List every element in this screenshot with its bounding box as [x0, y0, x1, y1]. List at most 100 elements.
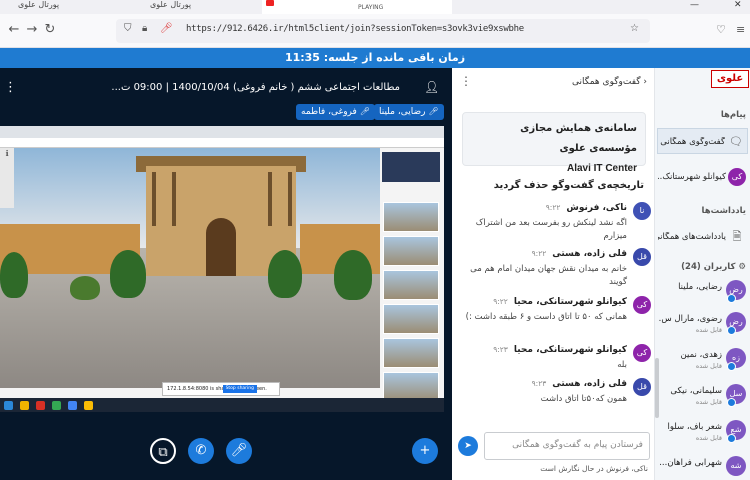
- tour-thumbnail[interactable]: [383, 338, 439, 368]
- avatar: کی: [633, 296, 651, 314]
- tree-image: [268, 250, 302, 298]
- lock-icon[interactable]: 🔒︎: [142, 23, 147, 34]
- user-list-item[interactable]: رض رضایی، ملینا: [655, 276, 750, 308]
- browser-nav-bar: ← → ↻ ⛉ 🔒︎ 🎤︎ https://912.6426.ir/html5c…: [0, 14, 750, 48]
- user-list-toggle-icon[interactable]: 👤︎: [424, 80, 439, 94]
- message-time: ۹:۲۲: [493, 297, 508, 306]
- messages-section-header: پیام‌ها: [720, 110, 746, 120]
- shared-taskbar: [0, 398, 444, 412]
- virtual-tour-logo: [382, 152, 440, 182]
- chrome-icon: [52, 401, 61, 410]
- pocket-icon[interactable]: ♡: [716, 23, 726, 36]
- tab-title: پورتال علوی: [150, 0, 192, 9]
- send-message-button[interactable]: ➤: [458, 436, 478, 456]
- user-list-item[interactable]: سل سلیمانی، نیکی قابل شده: [655, 380, 750, 412]
- folder-icon: [20, 401, 29, 410]
- avatar: قل: [633, 378, 651, 396]
- avatar: قل: [633, 248, 651, 266]
- chevron-left-icon[interactable]: ‹: [641, 77, 647, 87]
- menu-icon[interactable]: ≡: [736, 23, 745, 36]
- message-time: ۹:۲۳: [531, 379, 547, 388]
- message-body: اگه نشد لینکش رو بفرست بعد من اشتراک میز…: [475, 218, 627, 241]
- more-options-icon[interactable]: ⋮: [460, 74, 472, 88]
- user-list-sidebar: علوی پیام‌ها 🗨︎ گفت‌وگوی همگانی کی کیوان…: [655, 68, 750, 480]
- more-options-icon[interactable]: ⋮: [4, 80, 17, 95]
- talking-indicator: 🎤︎فروغی، فاطمه: [296, 104, 375, 120]
- gear-icon[interactable]: ⚙: [735, 262, 746, 272]
- tab-title: پورتال علوی: [18, 0, 60, 9]
- close-window-button[interactable]: ✕: [734, 0, 742, 10]
- tour-thumbnail[interactable]: [383, 270, 439, 300]
- user-list-scrollbar[interactable]: [655, 358, 659, 418]
- stop-sharing-button[interactable]: Stop sharing: [222, 385, 257, 393]
- back-icon[interactable]: ←: [6, 22, 22, 38]
- shared-browser-urlbar: [0, 138, 444, 148]
- avatar: نا: [633, 202, 651, 220]
- chat-bubble-icon: 🗨︎: [729, 135, 743, 148]
- document-icon: 🗎: [732, 230, 742, 243]
- shield-icon[interactable]: ⛉: [124, 23, 132, 34]
- browser-tab-active[interactable]: PLAYING: [262, 0, 452, 14]
- forward-icon[interactable]: →: [24, 22, 40, 38]
- chat-title[interactable]: ‹ گفت‌وگوی همگانی: [572, 77, 647, 87]
- user-list-item[interactable]: زه زهدی، نمین قابل شده: [655, 344, 750, 376]
- tree-image: [110, 250, 146, 298]
- tour-thumbnail[interactable]: [383, 202, 439, 232]
- address-bar[interactable]: ⛉ 🔒︎ 🎤︎ https://912.6426.ir/html5client/…: [116, 19, 650, 43]
- url-text[interactable]: https://912.6426.ir/html5client/join?ses…: [186, 24, 524, 34]
- windows-start-icon: [4, 401, 13, 410]
- message-body: بله: [617, 360, 627, 370]
- avatar: کی: [633, 344, 651, 362]
- tour-thumbnail[interactable]: [383, 236, 439, 266]
- message-author: قلی زاده، هستی: [552, 249, 627, 259]
- user-status: قابل شده: [695, 398, 722, 406]
- user-list-item[interactable]: رض رضوی، مارال س... قابل شده: [655, 308, 750, 340]
- notes-section-header: یادداشت‌ها: [701, 206, 746, 216]
- chat-cleared-notice: تاریخچه‌ی گفت‌وگو حذف گردید: [493, 180, 644, 191]
- shared-browser-tabs: [0, 126, 444, 138]
- actions-plus-button[interactable]: +: [412, 438, 438, 464]
- app-icon: [68, 401, 77, 410]
- phone-icon[interactable]: ✆: [188, 438, 214, 464]
- message-author: کیوانلو شهرستانکی، محیا: [513, 345, 627, 355]
- chat-message-input[interactable]: فرستادن پیام به گفت‌وگوی همگانی: [484, 432, 650, 460]
- users-count-label: کاربران (24): [681, 262, 736, 272]
- private-chat-label: کیوانلو شهرستانک...: [658, 172, 726, 182]
- avatar: کی: [728, 168, 746, 186]
- message-author: کیوانلو شهرستانکی، محیا: [513, 297, 627, 307]
- welcome-line: Alavi IT Center: [566, 163, 637, 174]
- youtube-icon: [266, 0, 274, 6]
- microphone-permission-icon[interactable]: 🎤︎: [160, 23, 173, 34]
- avatar: شه: [726, 456, 746, 476]
- browser-tab[interactable]: پورتال علوی: [18, 0, 59, 14]
- public-chat-item[interactable]: 🗨︎ گفت‌وگوی همگانی: [657, 128, 748, 154]
- app-icon: [36, 401, 45, 410]
- message-author: قلی زاده، هستی: [552, 379, 627, 389]
- tree-image: [334, 250, 372, 300]
- palace-column: [288, 172, 292, 226]
- tour-thumbnail[interactable]: [383, 304, 439, 334]
- screen-share-video[interactable]: ℹ 172.1.8.54:8080 is sharing your screen…: [0, 126, 444, 412]
- bookmark-star-icon[interactable]: ☆: [630, 23, 639, 34]
- shared-notes-item[interactable]: 🗎 یادداشت‌های همگانی: [657, 224, 748, 250]
- palace-column: [172, 172, 176, 226]
- user-list-item[interactable]: شع شعر باف، سلوا قابل شده: [655, 416, 750, 448]
- palace-column: [152, 172, 156, 226]
- session-timer-bar: زمان باقی مانده از جلسه: 11:35: [0, 48, 750, 68]
- user-name: زهدی، نمین: [680, 350, 722, 360]
- presentation-area: ⋮ مطالعات اجتماعی ششم ( خانم فروغی) 1400…: [0, 68, 452, 480]
- minimize-button[interactable]: —: [690, 0, 699, 10]
- browser-tab[interactable]: پورتال علوی: [150, 0, 191, 14]
- reload-icon[interactable]: ↻: [42, 22, 58, 38]
- user-status: قابل شده: [695, 362, 722, 370]
- users-section-header: ⚙ کاربران (24): [681, 262, 746, 272]
- user-list-item[interactable]: شه شهرابی فراهان...: [655, 452, 750, 480]
- microphone-icon[interactable]: 🎤︎: [226, 438, 252, 464]
- shared-side-panel: ℹ: [0, 148, 14, 208]
- alavi-logo: علوی: [711, 70, 749, 88]
- message-body: همانی که ۵۰ تا اتاق داست و ۶ طبقه داشت :…: [465, 312, 627, 322]
- private-chat-item[interactable]: کی کیوانلو شهرستانک...: [657, 164, 748, 190]
- user-status: قابل شده: [695, 326, 722, 334]
- screen-share-button[interactable]: ⧉: [150, 438, 176, 464]
- message-author: ناکی، فرنوش: [566, 203, 627, 213]
